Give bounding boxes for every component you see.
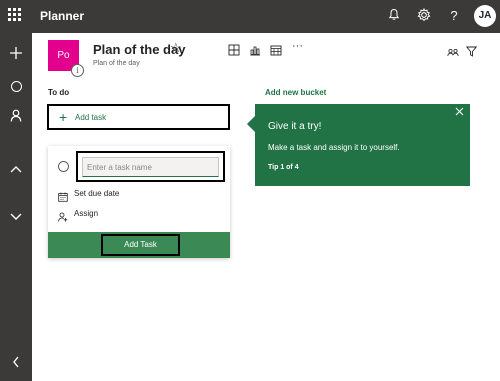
person-icon[interactable]	[8, 109, 24, 125]
star-icon[interactable]: ☆	[170, 40, 182, 56]
set-due-date-label: Set due date	[74, 189, 120, 198]
waffle-icon[interactable]	[8, 8, 24, 24]
avatar[interactable]: JA	[474, 5, 496, 27]
plus-icon[interactable]	[8, 46, 24, 62]
bucket-title: To do	[48, 88, 70, 97]
top-bar: Planner ? JA	[0, 0, 500, 33]
card-footer: Add Task	[48, 232, 230, 258]
plan-subtitle: Plan of the day	[93, 60, 140, 67]
add-task-submit-button[interactable]: Add Task	[101, 234, 180, 256]
more-options-icon[interactable]: ···	[292, 40, 303, 52]
bubble-tip-counter: Tip 1 of 4	[268, 164, 299, 171]
charts-view-icon[interactable]	[249, 43, 261, 56]
bubble-beak	[247, 116, 255, 132]
bell-icon[interactable]	[386, 8, 402, 25]
bubble-title: Give it a try!	[268, 121, 322, 132]
members-icon[interactable]	[447, 45, 459, 57]
plus-icon: +	[59, 109, 68, 125]
teaching-bubble: Give it a try! Make a task and assign it…	[247, 104, 470, 186]
complete-task-radio[interactable]	[58, 161, 69, 172]
left-rail	[0, 33, 32, 381]
close-icon[interactable]	[455, 107, 464, 119]
bubble-body: Make a task and assign it to yourself.	[268, 143, 400, 152]
add-task-label: Add task	[75, 113, 107, 122]
add-task-button[interactable]: + Add task	[47, 104, 230, 130]
calendar-icon	[58, 189, 68, 202]
task-name-field-highlight	[76, 151, 225, 182]
add-person-icon	[58, 209, 68, 222]
chevron-up-icon[interactable]	[8, 160, 24, 176]
chevron-down-icon[interactable]	[8, 208, 24, 224]
chevron-left-icon[interactable]	[8, 355, 24, 371]
new-task-card: Set due date Assign Add Task	[48, 146, 230, 258]
board-view-icon[interactable]	[228, 43, 240, 56]
add-new-bucket-link[interactable]: Add new bucket	[265, 88, 326, 97]
schedule-view-icon[interactable]	[270, 43, 282, 56]
help-icon[interactable]: ?	[446, 8, 462, 24]
task-name-input[interactable]	[82, 157, 219, 177]
info-icon[interactable]: i	[71, 64, 84, 77]
filter-icon[interactable]	[465, 44, 478, 57]
app-title[interactable]: Planner	[40, 9, 84, 23]
circle-icon[interactable]	[8, 79, 24, 95]
gear-icon[interactable]	[416, 7, 432, 26]
assign-label: Assign	[74, 209, 99, 218]
